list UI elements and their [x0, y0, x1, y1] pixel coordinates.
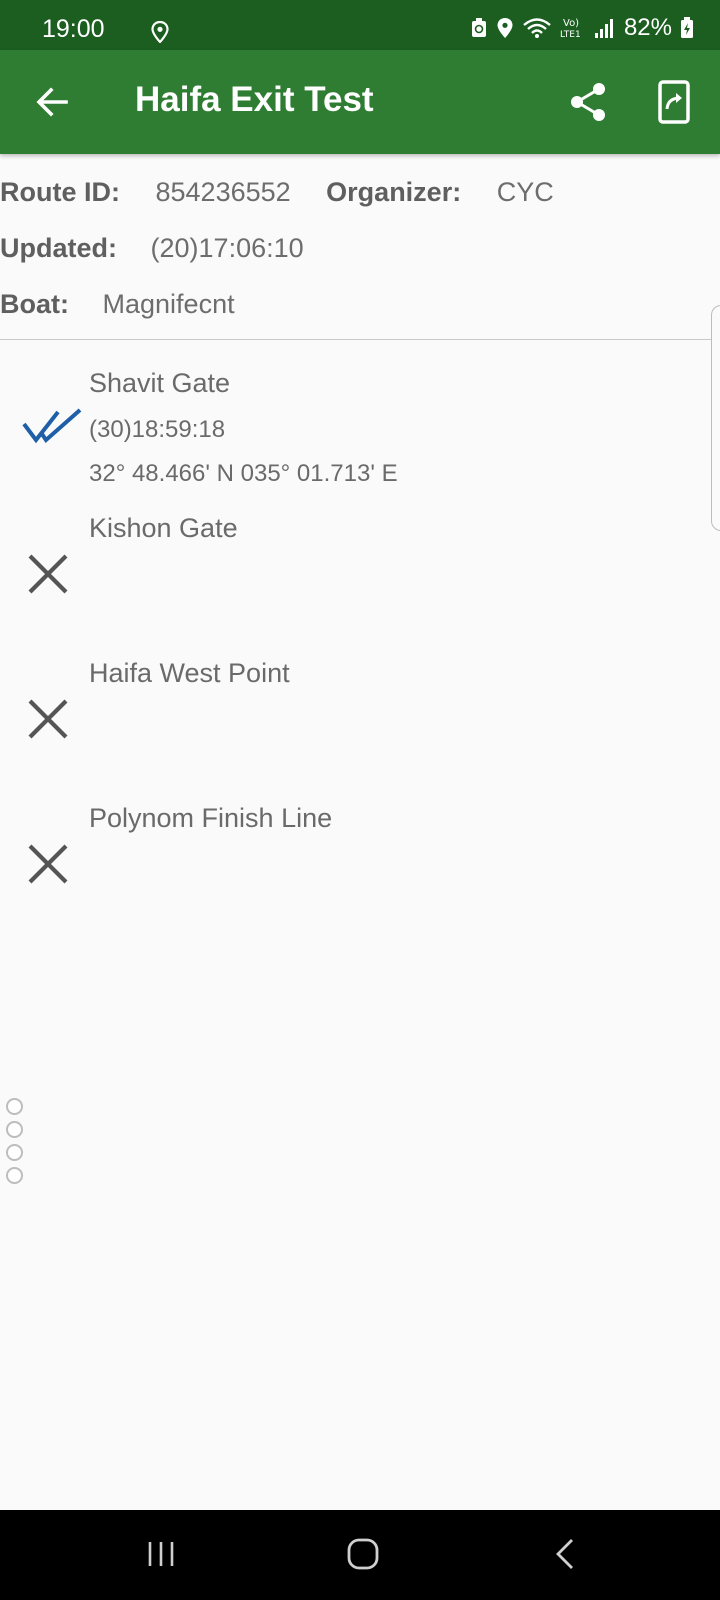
home-icon[interactable] — [346, 1534, 380, 1574]
double-check-icon — [22, 408, 82, 444]
handle-dot — [6, 1167, 23, 1184]
battery-icon — [681, 17, 693, 38]
side-panel-handle[interactable] — [711, 305, 720, 531]
organizer-label: Organizer: — [326, 177, 462, 207]
signal-icon — [594, 19, 613, 38]
location-icon — [497, 18, 513, 38]
page-title: Haifa Exit Test — [135, 80, 374, 119]
waypoint-name: Haifa West Point — [89, 658, 290, 688]
list-item[interactable]: Kishon Gate — [0, 513, 700, 643]
location-icon — [151, 21, 169, 43]
handle-dot — [6, 1121, 23, 1138]
route-id-row: Route ID: 854236552 Organizer: CYC — [0, 177, 554, 208]
updated-value: (20)17:06:10 — [150, 233, 304, 263]
wifi-icon — [523, 18, 551, 38]
status-icons: Vo) LTE1 82% — [470, 14, 694, 42]
handle-dot — [6, 1098, 23, 1115]
recent-apps-icon[interactable] — [146, 1534, 176, 1574]
waypoint-name: Shavit Gate — [89, 368, 231, 398]
cross-icon — [28, 554, 68, 594]
export-icon[interactable] — [652, 78, 696, 126]
cross-icon — [28, 699, 68, 739]
svg-text:Vo): Vo) — [563, 18, 579, 29]
cross-icon — [28, 844, 68, 884]
recycle-icon — [471, 18, 486, 37]
route-info: Route ID: 854236552 Organizer: CYC Updat… — [0, 155, 720, 340]
waypoint-time: (30)18:59:18 — [89, 416, 226, 443]
battery-percent: 82% — [623, 14, 672, 41]
updated-label: Updated: — [0, 233, 117, 263]
updated-row: Updated: (20)17:06:10 — [0, 233, 304, 264]
share-icon[interactable] — [566, 80, 610, 124]
system-nav-bar — [0, 1510, 720, 1600]
status-bar: 19:00 Vo) LTE1 82% — [0, 0, 720, 50]
list-item[interactable]: Haifa West Point — [0, 658, 700, 788]
waypoint-coords: 32° 48.466' N 035° 01.713' E — [89, 460, 398, 487]
boat-value: Magnifecnt — [102, 289, 235, 319]
volte-icon: Vo) LTE1 — [560, 18, 581, 40]
svg-text:LTE1: LTE1 — [560, 30, 581, 40]
back-nav-icon[interactable] — [552, 1534, 578, 1574]
status-time: 19:00 — [42, 15, 105, 43]
list-item[interactable]: Polynom Finish Line — [0, 803, 700, 933]
waypoint-name: Kishon Gate — [89, 513, 238, 543]
boat-row: Boat: Magnifecnt — [0, 289, 235, 320]
route-id-value: 854236552 — [155, 177, 291, 207]
app-bar: Haifa Exit Test — [0, 50, 720, 154]
handle-dot — [6, 1144, 23, 1161]
back-arrow-icon[interactable] — [30, 80, 74, 124]
organizer-value: CYC — [496, 177, 554, 207]
waypoint-name: Polynom Finish Line — [89, 803, 333, 833]
route-id-label: Route ID: — [0, 177, 120, 207]
boat-label: Boat: — [0, 289, 69, 319]
drag-handle[interactable] — [6, 1098, 26, 1190]
list-item[interactable]: Shavit Gate (30)18:59:18 32° 48.466' N 0… — [0, 368, 700, 498]
